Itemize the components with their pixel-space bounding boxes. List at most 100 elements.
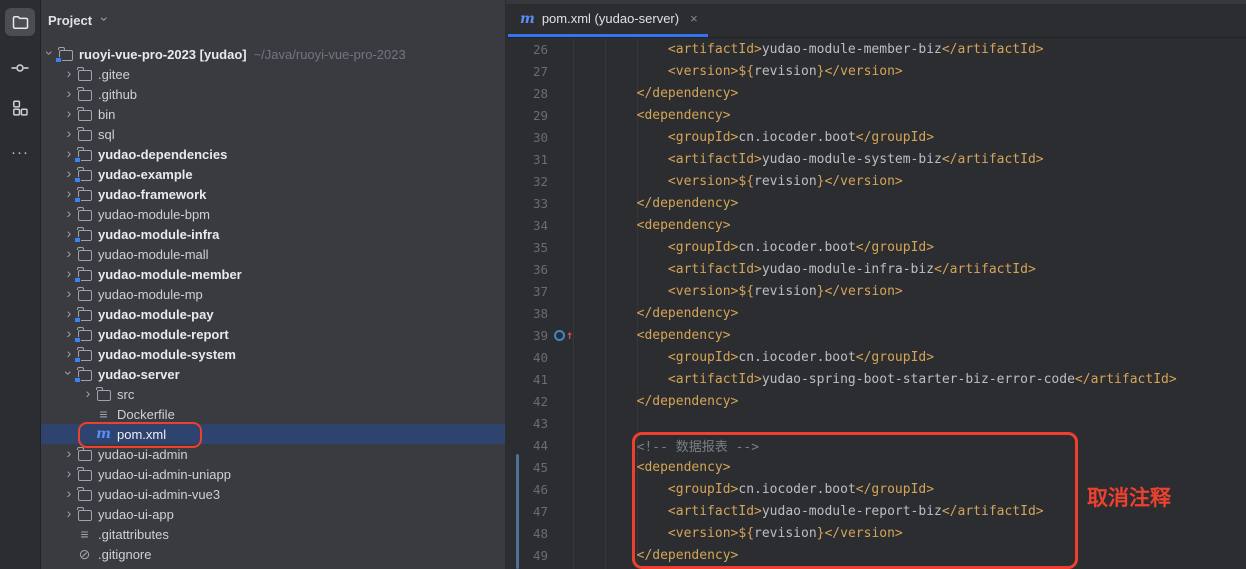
navigation-gutter-icon[interactable]: ↑ (548, 330, 574, 341)
code-area[interactable]: 取消注释 26 <artifactId>yudao-module-member-… (506, 38, 1246, 569)
code-text: <version>${revision}</version> (574, 174, 903, 189)
code-line-35[interactable]: 35 <groupId>cn.iocoder.boot</groupId> (506, 236, 1246, 258)
tree-item-yudao-module-pay[interactable]: ›yudao-module-pay (41, 304, 505, 324)
tree-item-label: yudao-module-bpm (98, 207, 210, 222)
structure-icon (12, 100, 28, 116)
more-tool-windows-button[interactable]: ··· (11, 144, 29, 161)
panel-title: Project (48, 13, 92, 28)
tree-item-src[interactable]: ›src (41, 384, 505, 404)
chevron-down-icon[interactable]: › (99, 13, 111, 25)
tree-item-yudao-example[interactable]: ›yudao-example (41, 164, 505, 184)
module-folder-icon (75, 226, 94, 242)
code-line-41[interactable]: 41 <artifactId>yudao-spring-boot-starter… (506, 368, 1246, 390)
activity-bar: ··· (0, 0, 41, 569)
module-folder-icon (75, 146, 94, 162)
structure-tool-button[interactable] (5, 94, 35, 122)
chevron-right-icon[interactable]: › (63, 207, 75, 219)
tree-item-yudao-framework[interactable]: ›yudao-framework (41, 184, 505, 204)
tree-item-bin[interactable]: ›bin (41, 104, 505, 124)
line-number: 32 (506, 174, 548, 189)
ignored-file-icon: ⊘ (75, 546, 94, 562)
chevron-right-icon[interactable]: › (63, 87, 75, 99)
code-line-42[interactable]: 42 </dependency> (506, 390, 1246, 412)
chevron-right-icon[interactable]: › (63, 127, 75, 139)
chevron-right-icon[interactable]: › (63, 107, 75, 119)
tree-item-label: yudao-ui-admin-uniapp (98, 467, 231, 482)
code-line-31[interactable]: 31 <artifactId>yudao-module-system-biz</… (506, 148, 1246, 170)
code-text: <artifactId>yudao-module-infra-biz</arti… (574, 262, 1036, 277)
tree-item-yudao-ui-admin-uniapp[interactable]: › yudao-ui-admin-uniapp (41, 464, 505, 484)
code-line-30[interactable]: 30 <groupId>cn.iocoder.boot</groupId> (506, 126, 1246, 148)
close-icon[interactable]: × (690, 11, 698, 26)
code-line-34[interactable]: 34 <dependency> (506, 214, 1246, 236)
tree-item-gitignore[interactable]: ›⊘.gitignore (41, 544, 505, 564)
chevron-right-icon[interactable]: › (63, 507, 75, 519)
code-line-28[interactable]: 28 </dependency> (506, 82, 1246, 104)
tree-item-label: yudao-ui-admin-vue3 (98, 487, 220, 502)
tree-item-yudao-module-mp[interactable]: › yudao-module-mp (41, 284, 505, 304)
code-line-48[interactable]: 48 <version>${revision}</version> (506, 522, 1246, 544)
chevron-right-icon[interactable]: › (63, 467, 75, 479)
tree-item-gitattributes[interactable]: ›≡.gitattributes (41, 524, 505, 544)
code-line-47[interactable]: 47 <artifactId>yudao-module-report-biz</… (506, 500, 1246, 522)
chevron-right-icon[interactable]: › (63, 447, 75, 459)
tree-item-github[interactable]: ›.github (41, 84, 505, 104)
line-number: 36 (506, 262, 548, 277)
code-text: <dependency> (574, 328, 731, 343)
code-line-46[interactable]: 46 <groupId>cn.iocoder.boot</groupId> (506, 478, 1246, 500)
code-line-32[interactable]: 32 <version>${revision}</version> (506, 170, 1246, 192)
code-line-40[interactable]: 40 <groupId>cn.iocoder.boot</groupId> (506, 346, 1246, 368)
tree-item-yudao-ui-app[interactable]: ›yudao-ui-app (41, 504, 505, 524)
code-line-33[interactable]: 33 </dependency> (506, 192, 1246, 214)
project-panel-header[interactable]: Project › (41, 0, 505, 40)
chevron-right-icon[interactable]: › (63, 67, 75, 79)
code-text: <dependency> (574, 108, 731, 123)
line-number: 28 (506, 86, 548, 101)
tree-item-label: yudao-module-mall (98, 247, 209, 262)
chevron-right-icon[interactable]: › (63, 487, 75, 499)
tree-item-yudao-module-infra[interactable]: ›yudao-module-infra (41, 224, 505, 244)
code-line-45[interactable]: 45 <dependency> (506, 456, 1246, 478)
chevron-right-icon[interactable]: › (63, 287, 75, 299)
tree-item-yudao-module-bpm[interactable]: › yudao-module-bpm (41, 204, 505, 224)
tree-item-yudao-module-system[interactable]: ›yudao-module-system (41, 344, 505, 364)
folder-icon (75, 446, 94, 462)
line-number: 41 (506, 372, 548, 387)
code-line-36[interactable]: 36 <artifactId>yudao-module-infra-biz</a… (506, 258, 1246, 280)
code-line-27[interactable]: 27 <version>${revision}</version> (506, 60, 1246, 82)
code-line-49[interactable]: 49 </dependency> (506, 544, 1246, 566)
code-line-44[interactable]: 44 <!-- 数据报表 --> (506, 434, 1246, 456)
chevron-right-icon[interactable]: › (82, 387, 94, 399)
tree-item-dockerfile[interactable]: ›≡Dockerfile (41, 404, 505, 424)
project-tool-button[interactable] (5, 8, 35, 36)
tree-item-pom-xml[interactable]: ›mpom.xml (41, 424, 505, 444)
tree-item-yudao-dependencies[interactable]: ›yudao-dependencies (41, 144, 505, 164)
tree-item-label: yudao-module-mp (98, 287, 203, 302)
project-tree: ›ruoyi-vue-pro-2023 [yudao]~/Java/ruoyi-… (41, 40, 505, 564)
tree-item-yudao-module-report[interactable]: ›yudao-module-report (41, 324, 505, 344)
tree-item-sql[interactable]: ›sql (41, 124, 505, 144)
code-line-37[interactable]: 37 <version>${revision}</version> (506, 280, 1246, 302)
tree-item-yudao-module-mall[interactable]: › yudao-module-mall (41, 244, 505, 264)
code-line-29[interactable]: 29 <dependency> (506, 104, 1246, 126)
code-line-39[interactable]: 39↑ <dependency> (506, 324, 1246, 346)
tree-item-yudao-ui-admin-vue3[interactable]: › yudao-ui-admin-vue3 (41, 484, 505, 504)
code-line-38[interactable]: 38 </dependency> (506, 302, 1246, 324)
tree-item-yudao-module-member[interactable]: ›yudao-module-member (41, 264, 505, 284)
code-line-26[interactable]: 26 <artifactId>yudao-module-member-biz</… (506, 38, 1246, 60)
code-line-43[interactable]: 43 (506, 412, 1246, 434)
tree-item-label: Dockerfile (117, 407, 175, 422)
tree-item-yudao-ui-admin[interactable]: ›yudao-ui-admin (41, 444, 505, 464)
tree-item-label: pom.xml (117, 427, 166, 442)
folder-icon (94, 386, 113, 402)
tree-item-gitee[interactable]: ›.gitee (41, 64, 505, 84)
tree-item-yudao-server[interactable]: ›yudao-server (41, 364, 505, 384)
module-folder-icon (75, 326, 94, 342)
code-text: <groupId>cn.iocoder.boot</groupId> (574, 240, 934, 255)
tab-pom-xml[interactable]: m pom.xml (yudao-server) × (508, 0, 708, 37)
code-text: </dependency> (574, 306, 738, 321)
chevron-right-icon[interactable]: › (63, 247, 75, 259)
tree-item-ruoyi-vue-pro-2023-yudao[interactable]: ›ruoyi-vue-pro-2023 [yudao]~/Java/ruoyi-… (41, 44, 505, 64)
code-text: <groupId>cn.iocoder.boot</groupId> (574, 482, 934, 497)
commit-tool-button[interactable] (5, 54, 35, 82)
